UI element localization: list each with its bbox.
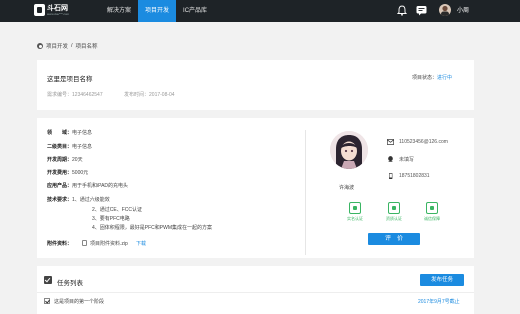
project-code-value: 12346462547 bbox=[72, 92, 103, 98]
category-label: 二级类目： bbox=[47, 144, 73, 150]
badge-guarantee-label: 诚信保障 bbox=[424, 216, 440, 221]
detail-tech: 技术要求：1、通过六级能效 bbox=[47, 196, 110, 203]
bell-icon[interactable] bbox=[397, 5, 407, 16]
detail-field: 领 域：电子信息 bbox=[47, 129, 92, 136]
qq-icon bbox=[388, 156, 393, 162]
badge-verified-label: 实名认证 bbox=[347, 216, 363, 221]
project-date: 发布时间：2017-08-04 bbox=[124, 91, 175, 98]
cycle-value: 20天 bbox=[72, 157, 83, 163]
developer-phone: 18751802831 bbox=[399, 173, 430, 179]
nav-solutions[interactable]: 解决方案 bbox=[100, 0, 138, 22]
attachment-icon bbox=[82, 240, 87, 246]
attachment-name[interactable]: 项目附件资料.zip bbox=[90, 240, 128, 247]
qualification-icon bbox=[388, 202, 400, 214]
product-label: 应用产品： bbox=[47, 183, 73, 189]
shield-icon bbox=[426, 202, 438, 214]
product-value: 用于手机和iPAD的充电头 bbox=[72, 183, 129, 189]
breadcrumb-parent[interactable]: 项目开发 bbox=[46, 42, 68, 50]
category-value: 电子信息 bbox=[72, 144, 93, 150]
detail-cycle: 开发周期：20天 bbox=[47, 156, 83, 163]
task-deadline: 2017年9月7号截止 bbox=[418, 299, 460, 305]
field-value: 电子信息 bbox=[72, 130, 93, 136]
project-title: 这里是项目名称 bbox=[47, 76, 93, 83]
message-icon[interactable] bbox=[416, 5, 427, 16]
project-status: 项目状态：进行中 bbox=[412, 74, 452, 81]
task-list-title: 任务列表 bbox=[57, 280, 83, 287]
user-avatar[interactable] bbox=[439, 4, 451, 16]
badge-qualified-label: 资质认证 bbox=[386, 216, 402, 221]
task-divider bbox=[37, 292, 474, 293]
breadcrumb-current: 项目名称 bbox=[75, 44, 98, 50]
tech-line-2: 2、通过CE、FCC认证 bbox=[92, 207, 143, 213]
logo-mark-icon bbox=[34, 4, 45, 16]
badge-verified: 实名认证 bbox=[340, 202, 370, 222]
email-icon bbox=[387, 139, 394, 145]
task-list-card bbox=[37, 266, 474, 314]
brand-domain: www.dou***.com bbox=[47, 12, 70, 16]
publish-task-button[interactable]: 发布任务 bbox=[420, 274, 464, 286]
project-header-card bbox=[37, 60, 474, 110]
status-label: 项目状态： bbox=[412, 75, 438, 81]
attachment-label: 附件资料： bbox=[47, 241, 73, 247]
project-code-label: 需求编号： bbox=[47, 92, 73, 98]
budget-label: 开发费用： bbox=[47, 170, 73, 176]
user-name[interactable]: 小周 bbox=[457, 0, 469, 22]
developer-name: 许海波 bbox=[339, 185, 355, 191]
verified-icon bbox=[349, 202, 361, 214]
cycle-label: 开发周期： bbox=[47, 157, 73, 163]
developer-avatar[interactable] bbox=[330, 131, 368, 169]
project-date-value: 2017-08-04 bbox=[149, 92, 175, 98]
project-date-label: 发布时间： bbox=[124, 92, 150, 98]
status-value: 进行中 bbox=[437, 75, 453, 81]
detail-product: 应用产品：用于手机和iPAD的充电头 bbox=[47, 182, 128, 189]
nav-ic-library[interactable]: IC产品库 bbox=[176, 0, 214, 22]
top-nav-bar: 斗石网 www.dou***.com 解决方案 项目开发 IC产品库 小周 bbox=[0, 0, 520, 22]
home-icon bbox=[37, 43, 43, 49]
detail-budget: 开发费用：5000元 bbox=[47, 169, 88, 176]
tech-label: 技术要求： bbox=[47, 197, 73, 203]
badge-guarantee: 诚信保障 bbox=[417, 202, 447, 222]
task-name[interactable]: 这是项目的第一个阶段 bbox=[54, 298, 104, 305]
phone-icon bbox=[389, 173, 393, 179]
project-code: 需求编号：12346462547 bbox=[47, 91, 103, 98]
nav-project-dev[interactable]: 项目开发 bbox=[138, 0, 177, 22]
attachment-download-link[interactable]: 下载 bbox=[136, 240, 146, 247]
badge-qualified: 资质认证 bbox=[379, 202, 409, 222]
breadcrumb-separator: / bbox=[71, 43, 73, 49]
field-label: 领 域： bbox=[47, 130, 73, 136]
rate-button[interactable]: 评 价 bbox=[368, 233, 420, 245]
developer-email: 110523456@126.com bbox=[399, 139, 448, 145]
tech-line-4: 4、固体积程限，最好是PFC和PWM集成在一起的方案 bbox=[92, 225, 213, 231]
detail-attachment: 附件资料： bbox=[47, 240, 72, 247]
main-nav: 解决方案 项目开发 IC产品库 bbox=[100, 0, 214, 22]
budget-value: 5000元 bbox=[72, 170, 89, 176]
task-list-icon bbox=[44, 276, 52, 284]
task-checkbox[interactable] bbox=[44, 298, 50, 304]
developer-qq: 未填写 bbox=[399, 157, 415, 163]
brand-logo[interactable]: 斗石网 www.dou***.com bbox=[34, 3, 74, 19]
tech-line-3: 3、要有PFC电路 bbox=[92, 216, 130, 222]
column-divider bbox=[305, 130, 306, 255]
breadcrumb: 项目开发 / 项目名称 bbox=[37, 42, 98, 50]
detail-category: 二级类目：电子信息 bbox=[47, 143, 92, 150]
tech-line-1: 1、通过六级能效 bbox=[72, 197, 110, 203]
